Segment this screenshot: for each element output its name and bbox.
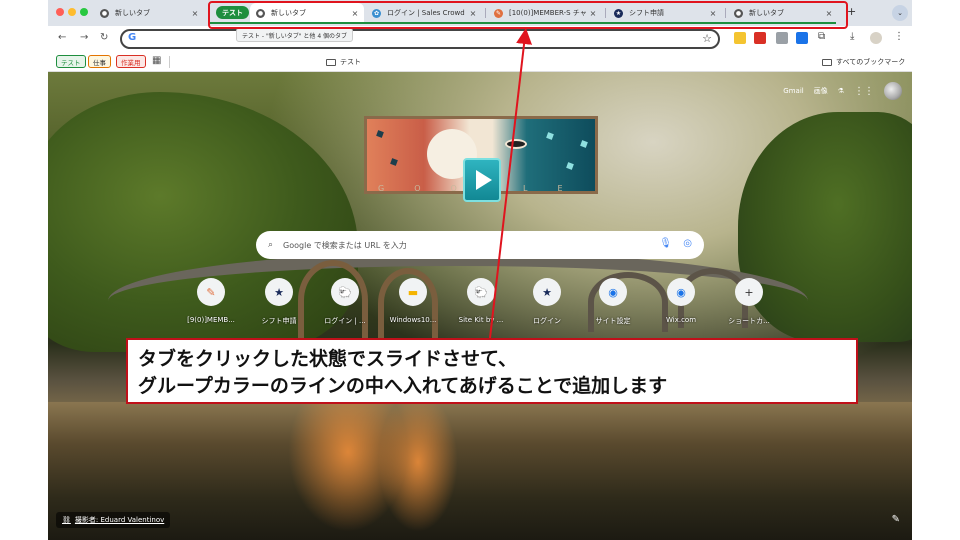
forward-arrow-icon[interactable]: → (80, 32, 88, 43)
shortcut-label: Site Kit by ... (458, 316, 504, 324)
shortcut-item[interactable]: 🐑 ログイン | ... (310, 278, 380, 326)
extensions-puzzle-icon[interactable]: ⧉ (818, 31, 825, 42)
background-water (48, 402, 912, 540)
background-glow (378, 392, 458, 532)
shortcut-icon: 🐑 (331, 278, 359, 306)
bookmark-group-work[interactable]: 仕事 (88, 55, 111, 68)
address-bar[interactable]: G ☆ (120, 29, 720, 49)
new-tab-button[interactable]: + (847, 5, 856, 18)
customize-pencil-icon[interactable]: ✎ (892, 514, 900, 525)
photo-credit-link[interactable]: ⛓ 撮影者: Eduard Valentinov (56, 512, 171, 528)
top-links: Gmail 画像 ⚗ ⋮⋮ (783, 82, 902, 100)
shortcut-icon: ◉ (599, 278, 627, 306)
images-link[interactable]: 画像 (814, 86, 828, 96)
chrome-icon: ● (100, 8, 109, 18)
tab-search-chevron-icon[interactable]: ⌄ (892, 5, 908, 21)
instruction-line-2: グループカラーのラインの中へ入れてあげることで追加します (138, 375, 668, 397)
shortcut-label: Wix.com (665, 316, 697, 324)
shortcut-icon: ◉ (667, 278, 695, 306)
bookmarks-separator (169, 56, 170, 68)
doodle-tile (566, 162, 574, 170)
shortcut-icon: ★ (533, 278, 561, 306)
doodle-tile (580, 140, 588, 148)
bookmark-folder-test[interactable]: テスト (326, 57, 361, 67)
gmail-link[interactable]: Gmail (783, 87, 803, 95)
extension-icon-1[interactable] (734, 32, 746, 44)
back-arrow-icon[interactable]: ← (58, 32, 66, 43)
instruction-callout: タブをクリックした状態でスライドさせて、 グループカラーのラインの中へ入れてあげ… (126, 338, 858, 404)
shortcut-icon: ✎ (197, 278, 225, 306)
google-g-icon: G (128, 32, 137, 43)
shortcut-item[interactable]: ★ ログイン (512, 278, 582, 326)
shortcut-item[interactable]: ◉ サイト設定 (578, 278, 648, 326)
search-icon: ⌕ (268, 240, 274, 250)
add-shortcut-item[interactable]: + ショートカ... (714, 278, 784, 326)
extension-icon-3[interactable] (776, 32, 788, 44)
maximize-window-button[interactable] (80, 8, 88, 16)
shortcut-item[interactable]: ✎ [9(0)]MEMB... (176, 278, 246, 324)
bookmark-star-icon[interactable]: ☆ (702, 32, 712, 45)
shortcut-label: [9(0)]MEMB... (187, 316, 235, 324)
search-box[interactable]: ⌕ Google で検索または URL を入力 🎙 ◎ (256, 231, 704, 259)
minimize-window-button[interactable] (68, 8, 76, 16)
tab-group-highlight (208, 1, 848, 29)
extension-new-icon[interactable] (754, 32, 766, 44)
tab-title: 新しいタブ (115, 9, 150, 17)
tab-close-icon[interactable]: × (190, 9, 200, 18)
doodle-play-button[interactable] (463, 158, 501, 202)
all-bookmarks-label: すべてのブックマーク (836, 58, 906, 66)
download-icon[interactable]: ⤓ (850, 31, 854, 42)
shortcut-icon: ▬ (399, 278, 427, 306)
doodle-tile (390, 158, 398, 166)
instruction-line-1: タブをクリックした状態でスライドさせて、 (138, 348, 518, 370)
bookmark-group-test[interactable]: テスト (56, 55, 86, 68)
google-apps-icon[interactable]: ⋮⋮ (854, 86, 874, 97)
shortcut-icon: ★ (265, 278, 293, 306)
tab-group-tooltip: テスト - "新しいタブ" と他 4 個のタブ (236, 28, 354, 42)
play-icon (476, 170, 492, 190)
shortcut-icon: 🐑 (467, 278, 495, 306)
shortcut-item[interactable]: ★ シフト申請 (244, 278, 314, 326)
shortcut-label: シフト申請 (261, 317, 297, 325)
tab-new-tab-1[interactable]: ● 新しいタブ × (94, 3, 204, 23)
shortcut-label: サイト設定 (595, 317, 631, 325)
microphone-icon[interactable]: 🎙 (659, 238, 672, 249)
labs-flask-icon[interactable]: ⚗ (838, 87, 844, 95)
new-tab-page: Gmail 画像 ⚗ ⋮⋮ GOOGLE ⌕ Google で検索または URL… (48, 72, 912, 540)
bookmark-folder-label: テスト (340, 58, 361, 66)
photo-credit-label: 撮影者: Eduard Valentinov (74, 516, 165, 524)
bookmark-group-workspace[interactable]: 作業用 (116, 55, 146, 68)
toolbar: ← → ↻ G ☆ ⧉ ⤓ ⋮ (48, 26, 912, 52)
doodle-tile (546, 132, 554, 140)
all-bookmarks-folder[interactable]: すべてのブックマーク (822, 57, 905, 67)
shortcut-label: ログイン (533, 317, 561, 325)
doodle-eye (505, 139, 527, 149)
bookmarks-bar: テスト 仕事 作業用 ▦ テスト すべてのブックマーク (48, 52, 912, 72)
apps-grid-icon[interactable]: ▦ (152, 56, 161, 66)
reload-icon[interactable]: ↻ (100, 32, 108, 43)
avatar[interactable] (884, 82, 902, 100)
shortcut-item[interactable]: ◉ Wix.com (646, 278, 716, 324)
shortcut-item[interactable]: 🐑 Site Kit by ... (446, 278, 516, 324)
browser-window: ● 新しいタブ × テスト ● 新しいタブ × ✿ ログイン | Sales C… (48, 0, 912, 540)
search-placeholder: Google で検索または URL を入力 (283, 240, 407, 250)
close-window-button[interactable] (56, 8, 64, 16)
shortcut-label: ショートカ... (728, 317, 770, 325)
extension-icon-4[interactable] (796, 32, 808, 44)
shortcut-label: Windows10... (389, 316, 437, 324)
link-icon: ⛓ (62, 516, 71, 524)
menu-dots-icon[interactable]: ⋮ (894, 31, 904, 42)
profile-sheep-icon[interactable] (870, 32, 882, 44)
add-icon: + (735, 278, 763, 306)
doodle-tile (376, 130, 384, 138)
shortcut-item[interactable]: ▬ Windows10... (378, 278, 448, 324)
folder-icon (822, 58, 832, 66)
folder-icon (326, 58, 336, 66)
shortcut-label: ログイン | ... (324, 317, 366, 325)
google-lens-icon[interactable]: ◎ (683, 238, 692, 249)
